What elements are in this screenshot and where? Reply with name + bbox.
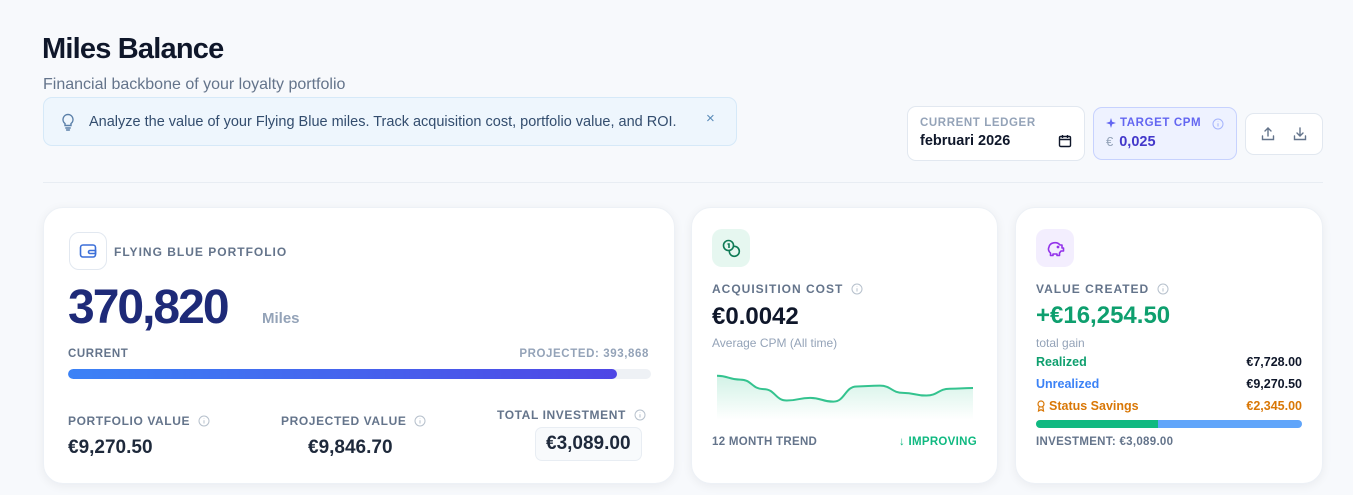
portfolio-label: FLYING BLUE PORTFOLIO: [114, 245, 288, 259]
award-icon: [1036, 400, 1046, 412]
portfolio-card: FLYING BLUE PORTFOLIO 370,820 Miles CURR…: [43, 207, 675, 484]
projected-label: PROJECTED: 393,868: [519, 348, 649, 360]
lightbulb-icon: [61, 113, 77, 131]
info-icon[interactable]: [414, 415, 426, 427]
portfolio-value-label: PORTFOLIO VALUE: [68, 414, 191, 428]
value-created-amount: +€16,254.50: [1036, 302, 1171, 329]
total-investment-label: TOTAL INVESTMENT: [497, 408, 626, 422]
projected-value: €9,846.70: [308, 437, 393, 458]
import-export-group: [1245, 113, 1323, 155]
value-split-bar: [1036, 420, 1302, 428]
unrealized-row: Unrealized €9,270.50: [1036, 377, 1302, 391]
ledger-value[interactable]: februari 2026: [920, 133, 1010, 149]
portfolio-value-stat: PORTFOLIO VALUE €9,270.50: [68, 414, 210, 459]
download-icon[interactable]: [1292, 126, 1308, 142]
info-icon[interactable]: [198, 415, 210, 427]
projected-value-stat: PROJECTED VALUE €9,846.70: [281, 414, 426, 459]
trend-status: ↓ IMPROVING: [898, 436, 977, 448]
piggy-bank-icon: [1036, 229, 1074, 267]
realized-segment: [1036, 420, 1159, 428]
portfolio-progress-bar: [68, 369, 651, 379]
wallet-icon: [69, 232, 107, 270]
info-icon[interactable]: [1212, 118, 1224, 130]
target-cpm-value[interactable]: 0,025: [1119, 134, 1155, 150]
status-savings-row: Status Savings €2,345.00: [1036, 399, 1302, 413]
total-investment-stat: TOTAL INVESTMENT €3,089.00: [497, 408, 646, 461]
acquisition-sub: Average CPM (All time): [712, 336, 838, 350]
total-investment-value[interactable]: €3,089.00: [535, 427, 642, 461]
calendar-icon[interactable]: [1058, 134, 1072, 148]
sparkline-area: [717, 375, 973, 420]
info-banner: Analyze the value of your Flying Blue mi…: [43, 97, 737, 146]
projected-value-label: PROJECTED VALUE: [281, 414, 407, 428]
status-savings-label: Status Savings: [1049, 399, 1139, 413]
upload-icon[interactable]: [1260, 126, 1276, 142]
target-cpm-field[interactable]: TARGET CPM € 0,025: [1093, 107, 1237, 160]
realized-value: €7,728.00: [1246, 355, 1302, 369]
miles-unit: Miles: [262, 310, 300, 327]
value-created-sub: total gain: [1036, 336, 1085, 350]
portfolio-progress-fill: [68, 369, 618, 379]
current-label: CURRENT: [68, 348, 129, 360]
header-divider: [43, 182, 1323, 183]
target-cpm-currency: €: [1106, 134, 1114, 149]
acquisition-cost-card: ACQUISITION COST €0.0042 Average CPM (Al…: [691, 207, 998, 484]
value-created-card: VALUE CREATED +€16,254.50 total gain Rea…: [1015, 207, 1323, 484]
investment-label: INVESTMENT: €3,089.00: [1036, 436, 1174, 448]
portfolio-value: €9,270.50: [68, 437, 153, 458]
realized-row: Realized €7,728.00: [1036, 355, 1302, 369]
status-savings-value: €2,345.00: [1246, 399, 1302, 413]
page-title: Miles Balance: [42, 33, 224, 65]
unrealized-segment: [1158, 420, 1302, 428]
info-icon[interactable]: [851, 283, 863, 295]
current-ledger-picker[interactable]: CURRENT LEDGER februari 2026: [907, 106, 1085, 161]
acquisition-label: ACQUISITION COST: [712, 282, 844, 296]
unrealized-value: €9,270.50: [1246, 377, 1302, 391]
realized-label: Realized: [1036, 355, 1087, 369]
banner-message: Analyze the value of your Flying Blue mi…: [89, 113, 677, 130]
page-subtitle: Financial backbone of your loyalty portf…: [43, 76, 346, 93]
acquisition-value: €0.0042: [712, 303, 799, 330]
sparkle-icon: [1106, 118, 1116, 128]
coins-icon: [712, 229, 750, 267]
value-created-label: VALUE CREATED: [1036, 282, 1150, 296]
info-icon[interactable]: [1157, 283, 1169, 295]
trend-sparkline: [716, 374, 974, 420]
info-icon[interactable]: [634, 409, 646, 421]
miles-total: 370,820: [68, 281, 230, 334]
ledger-label: CURRENT LEDGER: [920, 117, 1036, 129]
close-icon[interactable]: ×: [706, 110, 715, 127]
target-cpm-label: TARGET CPM: [1120, 117, 1202, 129]
unrealized-label: Unrealized: [1036, 377, 1100, 391]
trend-label: 12 MONTH TREND: [712, 436, 818, 448]
